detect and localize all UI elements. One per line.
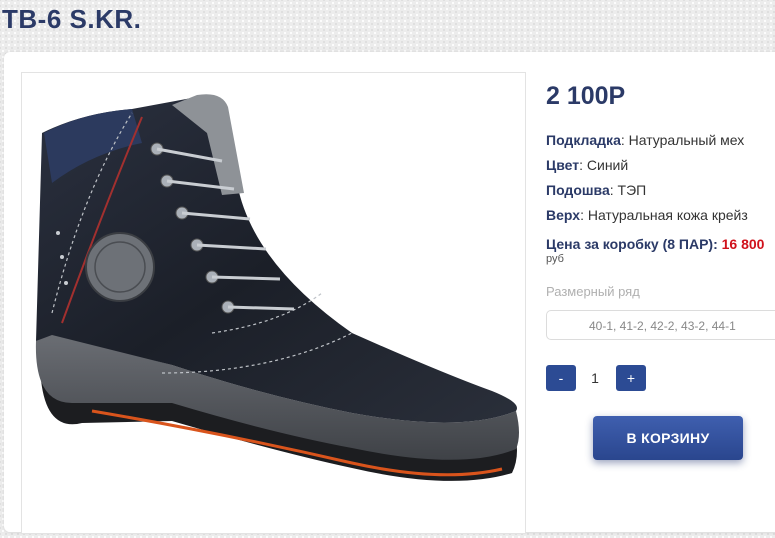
box-price-label: Цена за коробку (8 ПАР): bbox=[546, 236, 718, 252]
attr-value: Синий bbox=[586, 157, 629, 173]
attr-value: ТЭП bbox=[617, 182, 647, 198]
product-price: 2 100Р bbox=[546, 82, 626, 110]
boot-illustration bbox=[35, 94, 520, 481]
attr-sole: Подошва: ТЭП bbox=[546, 182, 647, 198]
attr-color: Цвет: Синий bbox=[546, 157, 629, 173]
quantity-input[interactable]: 1 bbox=[580, 366, 610, 390]
attr-label: Цвет bbox=[546, 157, 580, 173]
box-price-unit: руб bbox=[546, 253, 564, 265]
box-price-value: 16 800 bbox=[721, 236, 765, 252]
add-to-cart-button[interactable]: В КОРЗИНУ bbox=[593, 416, 743, 460]
attr-label: Верх bbox=[546, 207, 581, 223]
attr-value: Натуральная кожа крейз bbox=[587, 207, 748, 223]
box-price: Цена за коробку (8 ПАР): 16 800 bbox=[546, 236, 764, 252]
size-range-select[interactable]: 40-1, 41-2, 42-2, 43-2, 44-1 bbox=[546, 310, 775, 340]
quantity-plus-button[interactable]: + bbox=[616, 365, 646, 391]
attr-label: Подкладка bbox=[546, 132, 621, 148]
size-range-label: Размерный ряд bbox=[546, 284, 640, 299]
attr-upper: Верх: Натуральная кожа крейз bbox=[546, 207, 748, 223]
product-image[interactable] bbox=[21, 72, 526, 534]
attr-label: Подошва bbox=[546, 182, 610, 198]
attr-lining: Подкладка: Натуральный мех bbox=[546, 132, 745, 148]
attr-value: Натуральный мех bbox=[628, 132, 745, 148]
quantity-minus-button[interactable]: - bbox=[546, 365, 576, 391]
page-title: ТВ-6 S.KR. bbox=[2, 4, 142, 34]
